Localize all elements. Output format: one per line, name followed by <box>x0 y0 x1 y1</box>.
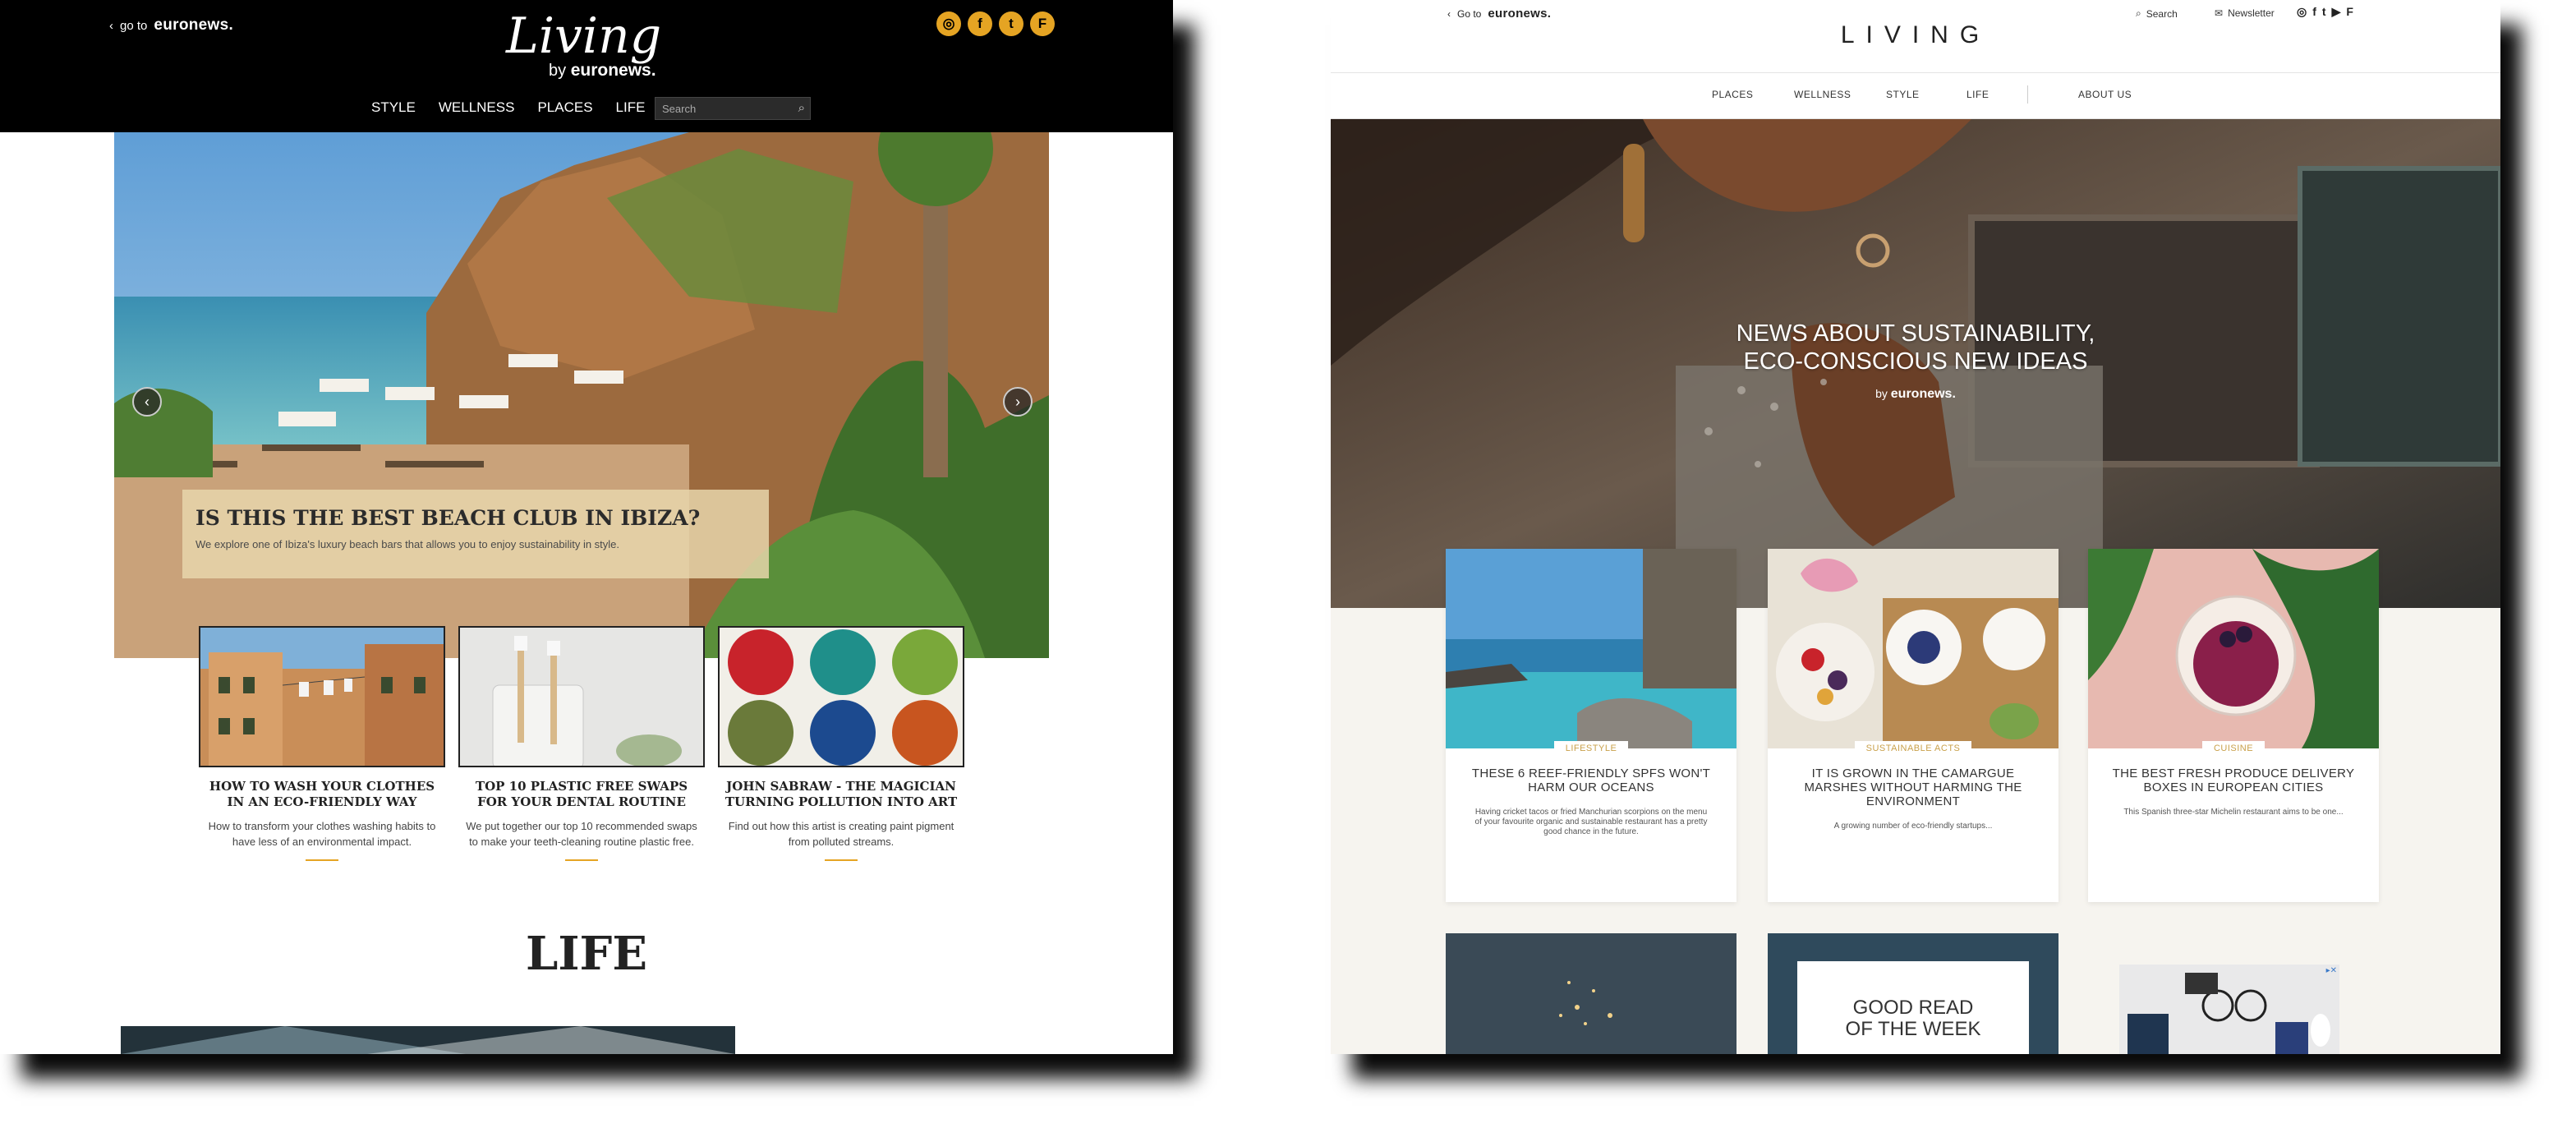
search-link[interactable]: ⌕ Search <box>2136 7 2178 20</box>
divider <box>565 859 598 861</box>
newsletter-link[interactable]: ✉ Newsletter <box>2215 7 2275 19</box>
nav-style[interactable]: STYLE <box>371 99 416 116</box>
article-thumbnail[interactable] <box>718 626 964 767</box>
main-nav: STYLE WELLNESS PLACES LIFE <box>371 99 670 116</box>
logo-byline: by euronews. <box>549 61 656 80</box>
ad-info-icon[interactable]: ▸✕ <box>2326 966 2337 975</box>
article-card[interactable]: HOW TO WASH YOUR CLOTHES IN AN ECO-FRIEN… <box>199 626 445 861</box>
site-header: ‹ go to euronews. Living by euronews. ◎ … <box>0 0 1173 132</box>
nav-about-us[interactable]: ABOUT US <box>2078 89 2132 100</box>
social-links: ◎ f t ▶ F <box>2297 5 2353 19</box>
good-read-heading: GOOD READ OF THE WEEK <box>1845 997 1981 1040</box>
article-thumbnail[interactable] <box>1446 933 1736 1054</box>
nav-wellness[interactable]: WELLNESS <box>1794 89 1851 100</box>
article-excerpt: A growing number of eco-friendly startup… <box>1833 822 1993 831</box>
hero-title[interactable]: IS THIS THE BEST BEACH CLUB IN IBIZA? <box>196 506 769 530</box>
article-excerpt: Having cricket tacos or fried Manchurian… <box>1474 808 1708 836</box>
euronews-logo: euronews. <box>154 16 234 34</box>
article-thumbnail[interactable] <box>1768 549 2058 748</box>
article-title[interactable]: TOP 10 PLASTIC FREE SWAPS FOR YOUR DENTA… <box>462 779 702 810</box>
article-title[interactable]: THE BEST FRESH PRODUCE DELIVERY BOXES IN… <box>2106 767 2361 794</box>
nav-life[interactable]: LIFE <box>1966 89 1989 100</box>
article-title[interactable]: IT IS GROWN IN THE CAMARGUE MARSHES WITH… <box>1786 767 2040 808</box>
chevron-left-icon: ‹ <box>145 393 150 410</box>
flipboard-icon[interactable]: F <box>1030 12 1055 36</box>
section-heading-life: LIFE <box>525 927 647 981</box>
nav-style[interactable]: STYLE <box>1886 89 1920 100</box>
category-label[interactable]: LIFESTYLE <box>1446 741 1736 756</box>
twitter-icon[interactable]: t <box>999 12 1024 36</box>
category-label[interactable]: CUISINE <box>2088 741 2379 756</box>
category-label[interactable]: SUSTAINABLE ACTS <box>1768 741 2058 756</box>
article-thumbnail[interactable] <box>199 626 445 767</box>
article-title[interactable]: JOHN SABRAW - THE MAGICIAN TURNING POLLU… <box>721 779 961 810</box>
carousel-prev-arrow[interactable]: ‹ <box>132 387 162 417</box>
article-thumbnail[interactable] <box>2088 549 2379 748</box>
article-excerpt: How to transform your clothes washing ha… <box>208 820 436 848</box>
life-feature-image[interactable] <box>121 1026 735 1054</box>
hero-banner: NEWS ABOUT SUSTAINABILITY, ECO-CONSCIOUS… <box>1331 119 2500 608</box>
article-excerpt: Find out how this artist is creating pai… <box>728 820 954 848</box>
hero-caption[interactable]: IS THIS THE BEST BEACH CLUB IN IBIZA? We… <box>182 490 769 578</box>
mail-icon: ✉ <box>2215 7 2224 19</box>
hero-headline: NEWS ABOUT SUSTAINABILITY, ECO-CONSCIOUS… <box>1736 320 2095 375</box>
twitter-icon[interactable]: t <box>2322 5 2326 19</box>
facebook-icon[interactable]: f <box>968 12 992 36</box>
search-icon: ⌕ <box>2136 7 2141 19</box>
instagram-icon[interactable]: ◎ <box>936 12 961 36</box>
go-to-euronews-link[interactable]: ‹ Go to euronews. <box>1447 7 1551 21</box>
article-card[interactable]: JOHN SABRAW - THE MAGICIAN TURNING POLLU… <box>718 626 964 861</box>
chevron-right-icon: › <box>1015 393 1020 410</box>
article-title[interactable]: HOW TO WASH YOUR CLOTHES IN AN ECO-FRIEN… <box>202 779 442 810</box>
youtube-icon[interactable]: ▶ <box>2332 5 2341 19</box>
chevron-left-icon: ‹ <box>109 18 113 33</box>
article-card[interactable]: TOP 10 PLASTIC FREE SWAPS FOR YOUR DENTA… <box>458 626 705 861</box>
advertisement[interactable]: ▸✕ <box>2119 965 2339 1054</box>
article-card[interactable]: CUISINE THE BEST FRESH PRODUCE DELIVERY … <box>2088 549 2379 902</box>
living-logo[interactable]: LIVING <box>1331 21 2500 49</box>
social-links: ◎ f t F <box>936 12 1055 36</box>
article-excerpt: We put together our top 10 recommended s… <box>466 820 697 848</box>
site-header: ‹ Go to euronews. LIVING ⌕ Search ✉ News… <box>1331 0 2500 73</box>
search-input[interactable]: Search ⌕ <box>655 97 811 120</box>
instagram-icon[interactable]: ◎ <box>2297 5 2307 19</box>
living-logo[interactable]: Living <box>506 12 661 61</box>
facebook-icon[interactable]: f <box>2312 5 2316 19</box>
nav-divider <box>2027 85 2028 104</box>
search-icon[interactable]: ⌕ <box>798 101 805 115</box>
article-card[interactable]: SUSTAINABLE ACTS IT IS GROWN IN THE CAMA… <box>1768 549 2058 902</box>
article-excerpt: This Spanish three-star Michelin restaur… <box>2123 808 2344 817</box>
euronews-logo: euronews. <box>1488 7 1552 21</box>
flipboard-icon[interactable]: F <box>2346 5 2353 19</box>
good-read-panel: GOOD READ OF THE WEEK <box>1797 961 2029 1054</box>
living-site-screenshot-a: ‹ go to euronews. Living by euronews. ◎ … <box>0 0 1173 1054</box>
nav-life[interactable]: LIFE <box>616 99 646 116</box>
nav-places[interactable]: PLACES <box>1712 89 1753 100</box>
go-to-euronews-link[interactable]: ‹ go to euronews. <box>109 16 233 35</box>
carousel-next-arrow[interactable]: › <box>1003 387 1033 417</box>
article-thumbnail[interactable] <box>1446 549 1736 748</box>
divider <box>306 859 338 861</box>
article-card[interactable]: LIFESTYLE THESE 6 REEF-FRIENDLY SPFS WON… <box>1446 549 1736 902</box>
good-read-card[interactable]: GOOD READ OF THE WEEK <box>1768 933 2058 1054</box>
hero-slide-image[interactable]: ‹ › <box>114 132 1049 658</box>
nav-places[interactable]: PLACES <box>537 99 592 116</box>
article-thumbnail[interactable] <box>458 626 705 767</box>
chevron-left-icon: ‹ <box>1447 7 1451 20</box>
main-nav: PLACES WELLNESS STYLE LIFE ABOUT US <box>1331 73 2500 119</box>
divider <box>825 859 858 861</box>
hero-subtitle: We explore one of Ibiza's luxury beach b… <box>196 538 620 550</box>
living-site-screenshot-b: ‹ Go to euronews. LIVING ⌕ Search ✉ News… <box>1331 0 2500 1054</box>
hero-byline: by euronews. <box>1875 387 1956 401</box>
article-title[interactable]: THESE 6 REEF-FRIENDLY SPFS WON'T HARM OU… <box>1464 767 1718 794</box>
nav-wellness[interactable]: WELLNESS <box>439 99 515 116</box>
